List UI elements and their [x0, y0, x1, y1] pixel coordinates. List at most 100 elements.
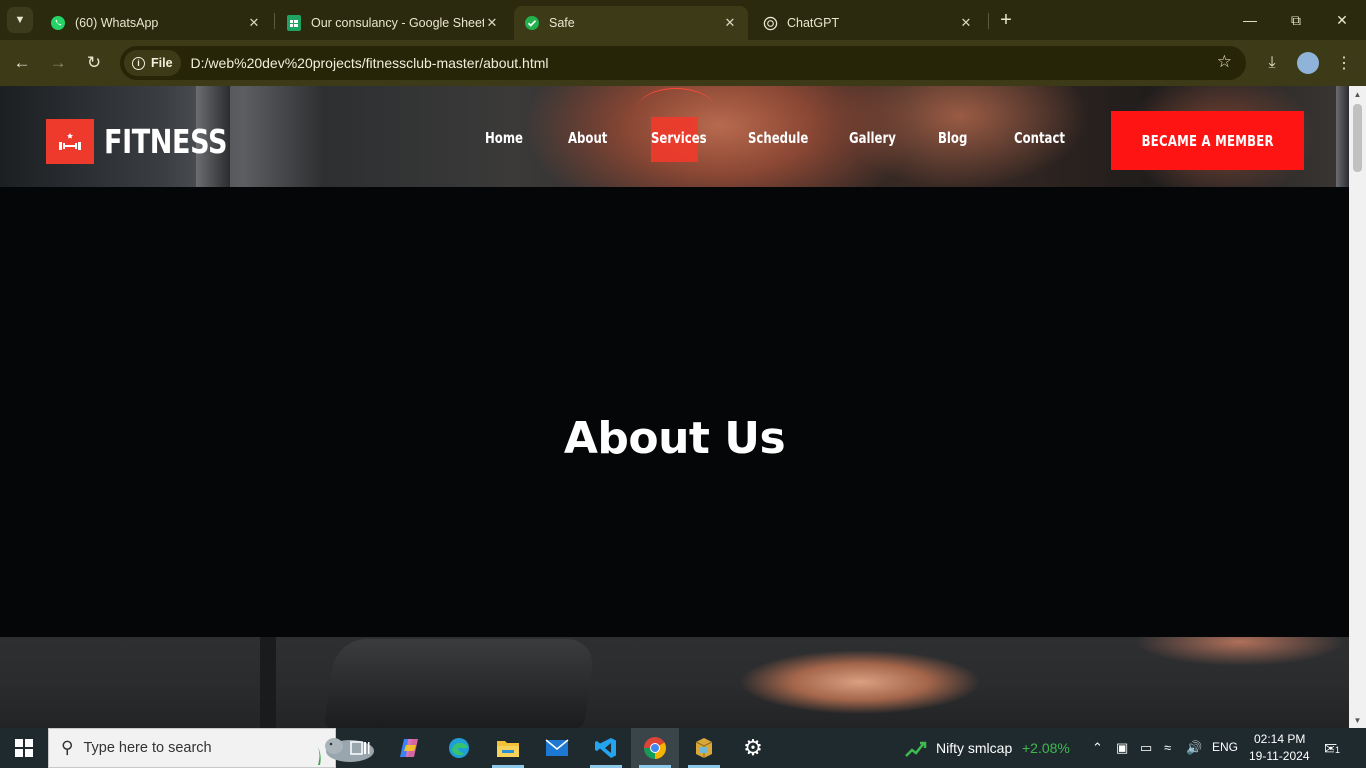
- stock-change: +2.08%: [1022, 740, 1070, 756]
- gym-equipment-shape: [1336, 86, 1349, 187]
- plus-icon: +: [1000, 8, 1012, 31]
- tab-google-sheets[interactable]: Our consulancy - Google Sheets ✕: [276, 6, 510, 40]
- search-icon: ⚲: [61, 738, 74, 757]
- file-explorer-button[interactable]: [484, 728, 532, 768]
- gear-icon: ⚙: [743, 735, 763, 760]
- stock-chart-icon: [905, 741, 927, 757]
- vscode-button[interactable]: [582, 728, 630, 768]
- reload-button[interactable]: ↻: [80, 49, 108, 77]
- taskbar-search-box[interactable]: ⚲ Type here to search: [48, 728, 374, 768]
- mail-button[interactable]: [533, 728, 581, 768]
- close-tab-icon[interactable]: ✕: [246, 15, 262, 31]
- nav-link-home[interactable]: Home: [485, 129, 523, 147]
- stock-name[interactable]: Nifty smlcap: [936, 740, 1012, 756]
- tab-search-button[interactable]: ▼: [7, 7, 33, 33]
- scrollbar-thumb[interactable]: [1353, 104, 1362, 172]
- gym-equipment-shape: [260, 637, 276, 728]
- vscode-icon: [595, 738, 616, 758]
- battery-icon[interactable]: ▭: [1140, 740, 1152, 756]
- browser-menu-button[interactable]: ⋮: [1330, 49, 1358, 77]
- restore-icon: ⧉: [1291, 11, 1301, 28]
- arrow-right-icon: →: [49, 53, 67, 72]
- download-icon: ⤓: [1268, 54, 1276, 71]
- browser-toolbar: ← → ↻ i File D:/web%20dev%20projects/fit…: [0, 40, 1366, 86]
- task-view-icon: [350, 741, 370, 755]
- tab-chatgpt[interactable]: ChatGPT ✕: [752, 6, 984, 40]
- nav-link-schedule[interactable]: Schedule: [748, 129, 808, 147]
- tab-title: Our consulancy - Google Sheets: [311, 16, 484, 30]
- close-window-button[interactable]: ✕: [1322, 6, 1362, 34]
- meet-now-icon[interactable]: ▣: [1116, 740, 1128, 756]
- nav-link-about[interactable]: About: [568, 129, 607, 147]
- become-member-label: BECAME A MEMBER: [1141, 131, 1274, 150]
- taskbar-search-placeholder: Type here to search: [83, 740, 212, 756]
- start-button[interactable]: [0, 728, 48, 768]
- logo-icon[interactable]: [46, 119, 94, 164]
- google-sheets-icon: [286, 15, 302, 31]
- chevron-up-icon[interactable]: ⌃: [1092, 740, 1103, 756]
- tab-strip: ▼ (60) WhatsApp ✕ Our consulancy - Googl…: [0, 0, 1366, 40]
- language-indicator[interactable]: ENG: [1212, 740, 1238, 754]
- tab-whatsapp[interactable]: (60) WhatsApp ✕: [40, 6, 272, 40]
- nav-link-gallery[interactable]: Gallery: [849, 129, 896, 147]
- clock-time[interactable]: 02:14 PM: [1254, 732, 1305, 746]
- gym-equipment-shape: [323, 639, 597, 728]
- folder-icon: [497, 741, 519, 757]
- settings-button[interactable]: ⚙: [729, 728, 777, 768]
- volume-icon[interactable]: 🔊: [1186, 740, 1202, 756]
- minimize-button[interactable]: —: [1230, 6, 1270, 34]
- chrome-icon: [644, 737, 666, 759]
- archive-icon: [695, 738, 713, 758]
- edge-button[interactable]: [435, 728, 483, 768]
- bookmark-star-icon[interactable]: ☆: [1217, 52, 1232, 72]
- tab-separator: [988, 13, 989, 29]
- chrome-button[interactable]: [631, 728, 679, 768]
- nav-link-services[interactable]: Services: [651, 129, 707, 147]
- forward-button[interactable]: →: [44, 49, 72, 77]
- minimize-icon: —: [1243, 12, 1257, 28]
- tab-separator: [274, 13, 275, 29]
- wifi-icon[interactable]: ≈: [1164, 740, 1171, 755]
- become-member-button[interactable]: BECAME A MEMBER: [1111, 111, 1304, 170]
- close-tab-icon[interactable]: ✕: [958, 15, 974, 31]
- tab-title: ChatGPT: [787, 16, 840, 30]
- nav-link-contact[interactable]: Contact: [1014, 129, 1065, 147]
- site-logo-text[interactable]: FITNESS: [104, 122, 227, 161]
- copilot-icon: [400, 739, 418, 757]
- chatgpt-icon: [762, 15, 778, 31]
- site-info-label: File: [151, 56, 173, 70]
- info-icon: i: [132, 56, 145, 70]
- archive-app-button[interactable]: [680, 728, 728, 768]
- new-tab-button[interactable]: +: [994, 8, 1018, 32]
- nav-link-blog[interactable]: Blog: [938, 129, 967, 147]
- restore-button[interactable]: ⧉: [1276, 6, 1316, 34]
- profile-avatar[interactable]: [1297, 52, 1319, 74]
- close-tab-icon[interactable]: ✕: [484, 15, 500, 31]
- tab-title: (60) WhatsApp: [75, 16, 159, 30]
- url-text[interactable]: D:/web%20dev%20projects/fitnessclub-mast…: [191, 55, 549, 71]
- windows-taskbar: ⚲ Type here to search ⚙ Nifty smlcap +2.…: [0, 728, 1366, 768]
- mail-icon: [545, 739, 569, 756]
- copilot-button[interactable]: [386, 728, 434, 768]
- tab-title: Safe: [549, 16, 575, 30]
- page-scrollbar[interactable]: ▲ ▼: [1349, 86, 1366, 728]
- close-icon: ✕: [1336, 11, 1348, 28]
- downloads-button[interactable]: ⤓: [1258, 49, 1286, 77]
- scroll-down-icon[interactable]: ▼: [1349, 716, 1366, 725]
- green-check-icon: [524, 15, 540, 31]
- notification-count: 1: [1334, 745, 1342, 755]
- back-button[interactable]: ←: [8, 49, 36, 77]
- notification-center-button[interactable]: ✉ 1: [1324, 739, 1342, 759]
- clock-date[interactable]: 19-11-2024: [1249, 749, 1310, 763]
- chevron-down-icon: ▼: [14, 14, 26, 26]
- close-tab-icon[interactable]: ✕: [722, 15, 738, 31]
- tab-safe[interactable]: Safe ✕: [514, 6, 748, 40]
- whatsapp-icon: [50, 15, 66, 31]
- reload-icon: ↻: [86, 53, 102, 72]
- windows-logo-icon: [15, 739, 33, 757]
- task-view-button[interactable]: [336, 728, 384, 768]
- address-bar[interactable]: i File D:/web%20dev%20projects/fitnesscl…: [120, 46, 1246, 80]
- webpage: FITNESS Home About Services Schedule Gal…: [0, 86, 1349, 728]
- site-info-chip[interactable]: i File: [124, 50, 181, 76]
- scroll-up-icon[interactable]: ▲: [1349, 90, 1366, 99]
